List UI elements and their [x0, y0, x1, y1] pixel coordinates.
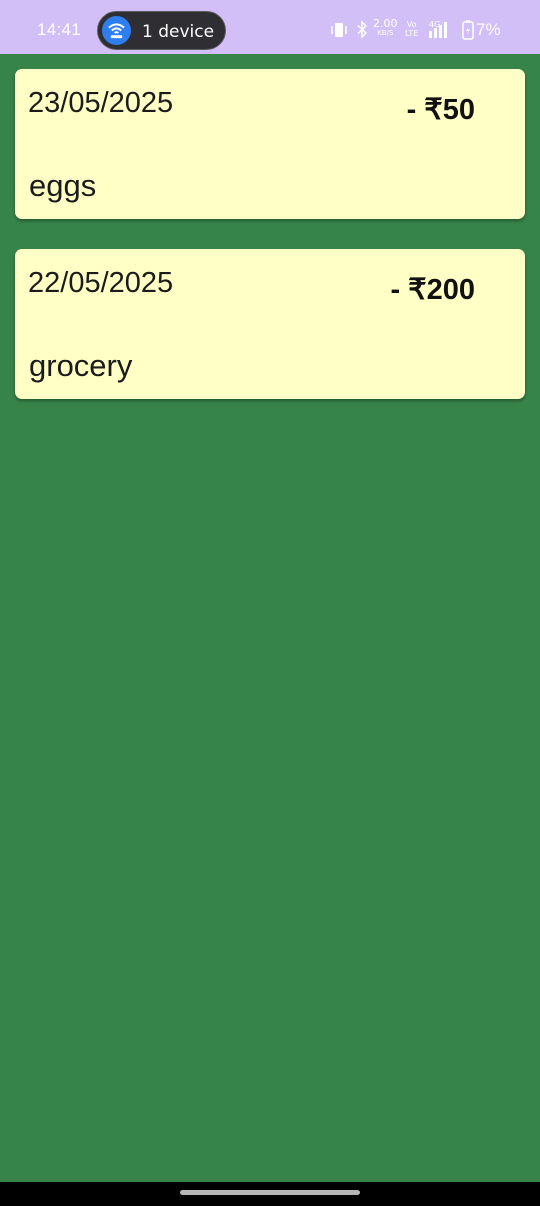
- status-time: 14:41: [37, 20, 82, 39]
- hotspot-icon: [102, 16, 131, 45]
- transaction-card[interactable]: 22/05/2025 - ₹200 grocery: [15, 249, 525, 399]
- home-gesture-handle[interactable]: [180, 1190, 360, 1195]
- vibrate-icon: [330, 22, 348, 43]
- signal-icon: 4G: [429, 20, 459, 45]
- navigation-bar: [0, 1182, 540, 1206]
- transaction-description: grocery: [29, 348, 133, 383]
- status-bar: 14:41 1 device 2.00 KB/S Vo LTE 4G 7%: [0, 0, 540, 54]
- battery-icon: [462, 20, 474, 45]
- bluetooth-icon: [356, 20, 368, 43]
- transaction-date: 23/05/2025: [28, 87, 174, 119]
- transaction-amount: - ₹200: [390, 274, 475, 306]
- transaction-card[interactable]: 23/05/2025 - ₹50 eggs: [15, 69, 525, 219]
- volte-indicator: Vo LTE: [405, 20, 419, 38]
- transaction-date: 22/05/2025: [28, 267, 174, 299]
- battery-percent: 7%: [476, 20, 501, 39]
- hotspot-device-pill[interactable]: 1 device: [97, 11, 226, 50]
- transaction-amount: - ₹50: [406, 94, 475, 126]
- hotspot-device-count: 1 device: [142, 22, 215, 42]
- network-speed: 2.00 KB/S: [373, 17, 398, 37]
- transaction-description: eggs: [29, 168, 97, 203]
